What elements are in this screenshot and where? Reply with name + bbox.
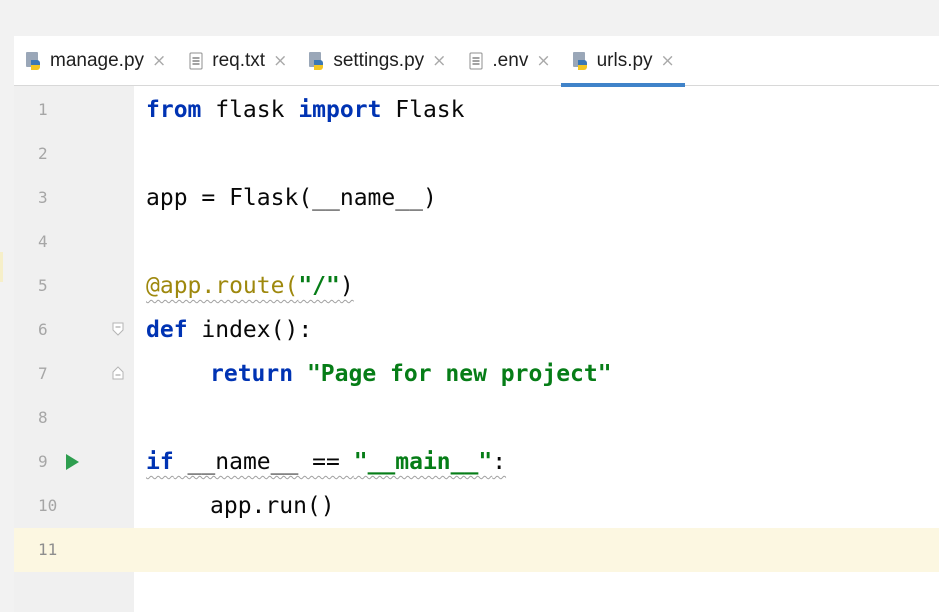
close-icon[interactable]: × xyxy=(661,51,675,71)
line-number: 4 xyxy=(38,232,48,251)
window-top-strip xyxy=(0,0,939,36)
fold-end-icon[interactable] xyxy=(112,366,124,380)
close-icon[interactable]: × xyxy=(152,51,166,71)
run-icon[interactable] xyxy=(66,454,79,470)
tab-label: urls.py xyxy=(596,49,653,71)
line-number: 1 xyxy=(38,100,48,119)
tab-settings-py[interactable]: settings.py × xyxy=(297,36,456,86)
tab-env[interactable]: .env × xyxy=(456,36,560,86)
code-editor[interactable]: from flask import Flask app = Flask(__na… xyxy=(134,86,939,612)
code-line-7: return "Page for new project" xyxy=(210,361,612,387)
close-icon[interactable]: × xyxy=(273,51,287,71)
code-line-3: app = Flask(__name__) xyxy=(146,185,437,211)
close-icon[interactable]: × xyxy=(536,51,550,71)
code-line-10: app.run() xyxy=(210,493,335,519)
tab-manage-py[interactable]: manage.py × xyxy=(14,36,176,86)
tab-req-txt[interactable]: req.txt × xyxy=(176,36,297,86)
line-number: 10 xyxy=(38,496,58,515)
tab-urls-py[interactable]: urls.py × xyxy=(560,36,686,87)
close-icon[interactable]: × xyxy=(432,51,446,71)
code-line-5: @app.route("/") xyxy=(146,273,354,299)
tab-label: req.txt xyxy=(212,49,266,71)
text-file-icon xyxy=(186,51,206,71)
python-file-icon xyxy=(24,51,44,71)
python-file-icon xyxy=(307,51,327,71)
line-number: 3 xyxy=(38,188,48,207)
left-strip-marker xyxy=(0,252,3,282)
code-line-1: from flask import Flask xyxy=(146,97,465,123)
code-line-9: if __name__ == "__main__": xyxy=(146,449,507,475)
line-number: 2 xyxy=(38,144,48,163)
line-number: 11 xyxy=(38,540,58,559)
tab-label: .env xyxy=(492,49,529,71)
fold-start-icon[interactable] xyxy=(112,322,124,336)
tab-label: settings.py xyxy=(333,49,425,71)
left-tool-strip xyxy=(0,36,14,612)
code-line-6: def index(): xyxy=(146,317,313,343)
editor-tab-bar: manage.py × req.txt × settings.py × .env… xyxy=(14,36,939,87)
line-number: 5 xyxy=(38,276,48,295)
text-file-icon xyxy=(466,51,486,71)
tab-label: manage.py xyxy=(50,49,145,71)
line-number: 8 xyxy=(38,408,48,427)
python-file-icon xyxy=(571,51,591,71)
